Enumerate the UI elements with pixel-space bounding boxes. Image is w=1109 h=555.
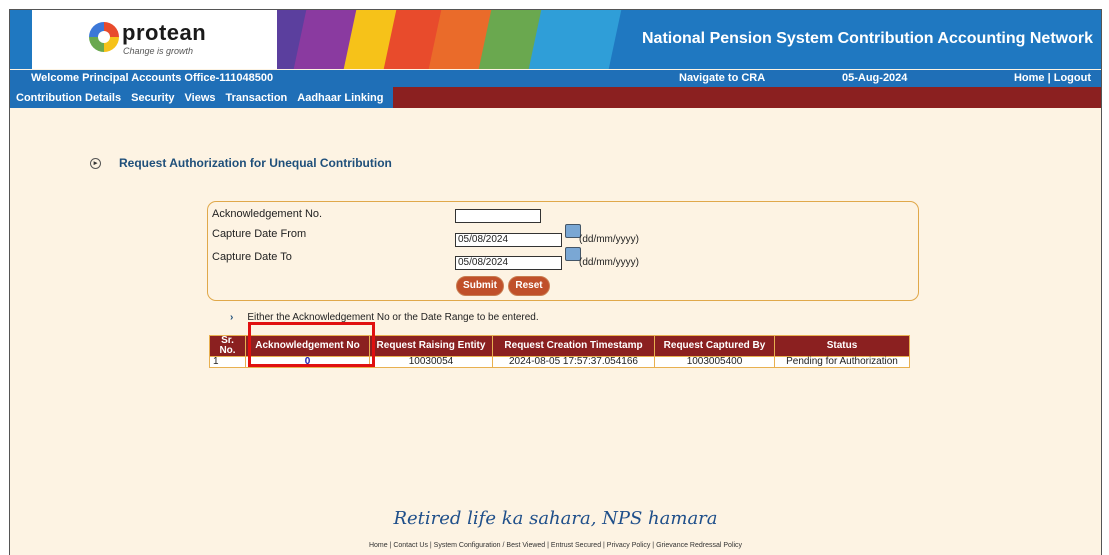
nav-item-security[interactable]: Security bbox=[131, 92, 174, 104]
from-date-format: (dd/mm/yyyy) bbox=[579, 234, 639, 245]
ack-label: Acknowledgement No. bbox=[212, 208, 323, 220]
to-date-input[interactable]: 05/08/2024 bbox=[455, 256, 562, 270]
cell-request-creation-timestamp: 2024-08-05 17:57:37.054166 bbox=[493, 357, 654, 367]
highlight-box bbox=[248, 322, 375, 367]
logo-text: protean bbox=[122, 20, 207, 45]
arrow-right-icon: › bbox=[230, 312, 234, 323]
nav-item-contribution-details[interactable]: Contribution Details bbox=[16, 92, 121, 104]
to-date-format: (dd/mm/yyyy) bbox=[579, 257, 639, 268]
navigate-to-cra-link[interactable]: Navigate to CRA bbox=[679, 72, 765, 84]
logo: protean Change is growth bbox=[32, 10, 277, 69]
welcome-text: Welcome Principal Accounts Office-111048… bbox=[31, 72, 274, 84]
cell-request-raising-entity: 10030054 bbox=[370, 357, 492, 367]
nav-item-views[interactable]: Views bbox=[185, 92, 216, 104]
reset-button[interactable]: Reset bbox=[508, 276, 550, 296]
protean-logo-icon bbox=[89, 22, 119, 52]
nav-menu: Contribution Details Security Views Tran… bbox=[10, 87, 394, 108]
from-date-label: Capture Date From bbox=[212, 228, 307, 240]
col-request-captured-by: Request Captured By bbox=[655, 336, 774, 356]
from-date-input[interactable]: 05/08/2024 bbox=[455, 233, 562, 247]
submit-button[interactable]: Submit bbox=[456, 276, 504, 296]
col-sr-no: Sr. No. bbox=[210, 336, 245, 356]
current-date: 05-Aug-2024 bbox=[842, 72, 908, 84]
col-status: Status bbox=[775, 336, 909, 356]
search-form: Acknowledgement No. Capture Date From 05… bbox=[207, 201, 919, 301]
page-frame: protean Change is growth National Pensio… bbox=[9, 9, 1102, 555]
info-bar: Welcome Principal Accounts Office-111048… bbox=[10, 70, 1101, 87]
cell-sr-no: 1 bbox=[210, 357, 245, 367]
nav-item-transaction[interactable]: Transaction bbox=[226, 92, 288, 104]
logo-tagline: Change is growth bbox=[123, 46, 194, 56]
header-stripe-sky bbox=[528, 10, 622, 69]
home-logout-link[interactable]: Home | Logout bbox=[1014, 72, 1091, 84]
page-title-text: Request Authorization for Unequal Contri… bbox=[119, 156, 392, 170]
footer-links[interactable]: Home | Contact Us | System Configuration… bbox=[10, 542, 1101, 549]
col-request-raising-entity: Request Raising Entity bbox=[370, 336, 492, 356]
site-title: National Pension System Contribution Acc… bbox=[642, 30, 1093, 47]
cell-request-captured-by: 1003005400 bbox=[655, 357, 774, 367]
ack-input[interactable] bbox=[455, 209, 541, 223]
main-nav: Contribution Details Security Views Tran… bbox=[10, 87, 1101, 108]
site-header: protean Change is growth National Pensio… bbox=[10, 10, 1101, 69]
nav-item-aadhaar-linking[interactable]: Aadhaar Linking bbox=[297, 92, 383, 104]
col-request-creation-timestamp: Request Creation Timestamp bbox=[493, 336, 654, 356]
slogan: Retired life ka sahara, NPS hamara bbox=[393, 508, 718, 529]
arrow-circle-icon: ▸ bbox=[90, 158, 101, 170]
to-date-label: Capture Date To bbox=[212, 251, 292, 263]
page-title: ▸ Request Authorization for Unequal Contr… bbox=[90, 156, 392, 170]
cell-status: Pending for Authorization bbox=[775, 357, 909, 367]
